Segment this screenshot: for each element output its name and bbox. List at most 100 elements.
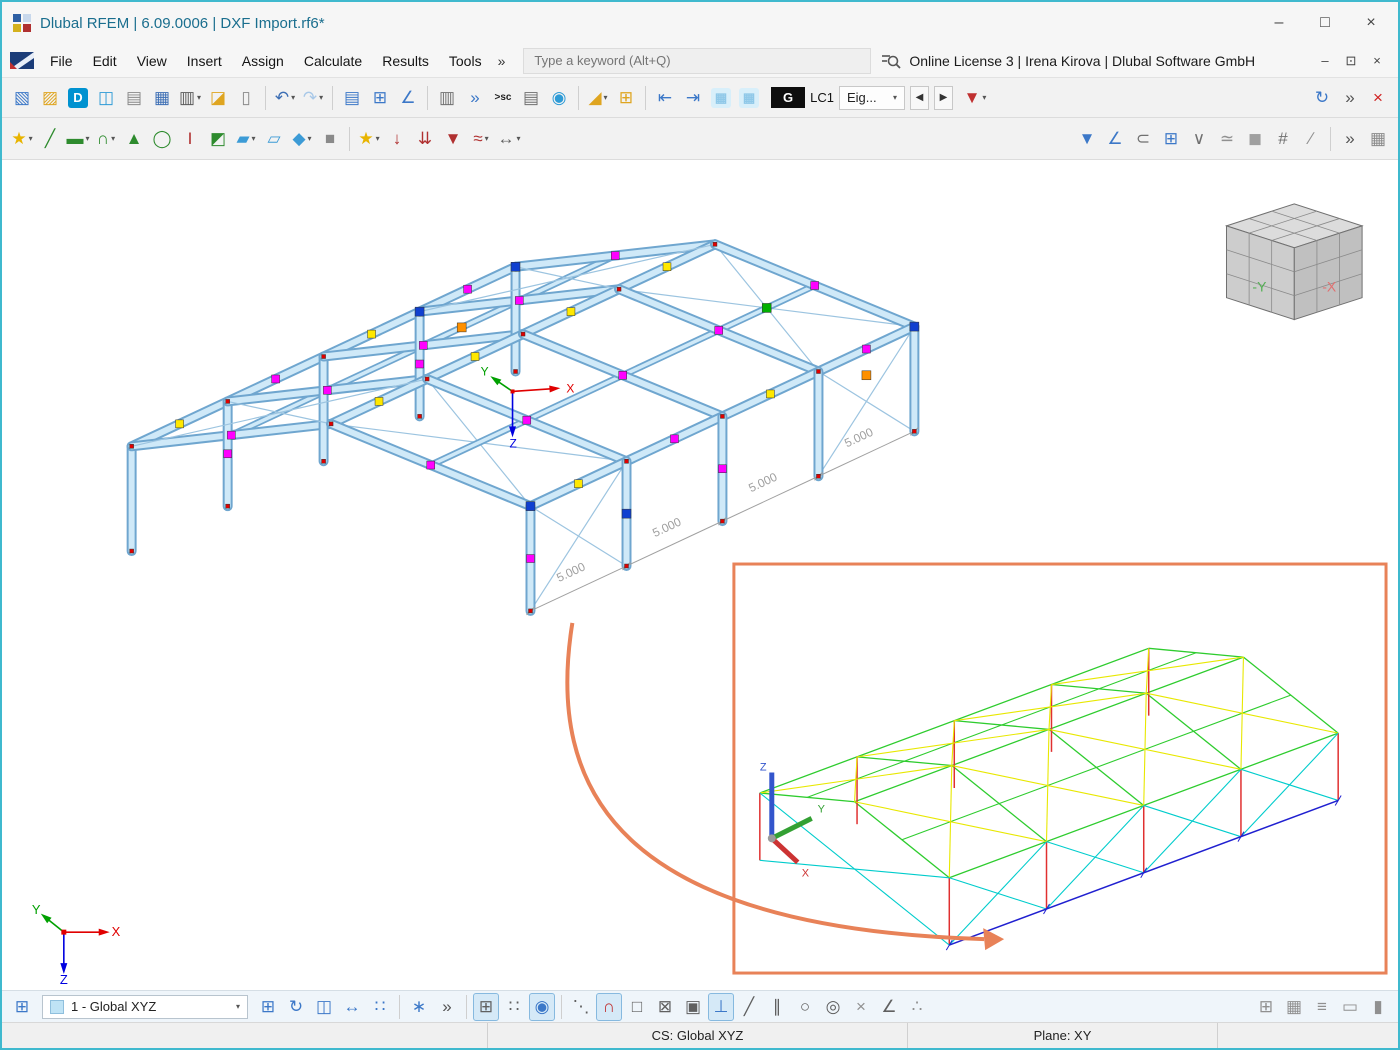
- background-grid-icon[interactable]: ⊞: [1253, 993, 1279, 1021]
- self-weight-button[interactable]: G: [771, 87, 805, 108]
- table-layout-icon[interactable]: ▦: [1365, 125, 1391, 153]
- snap-center-icon[interactable]: ◎: [820, 993, 846, 1021]
- insert-overflow-icon[interactable]: »: [1337, 125, 1363, 153]
- snap-angle-icon[interactable]: ∠: [876, 993, 902, 1021]
- new-node-icon[interactable]: ★▾: [9, 125, 35, 153]
- maximize-button[interactable]: □: [1302, 3, 1348, 43]
- layers-icon[interactable]: ≡: [1309, 993, 1335, 1021]
- menu-file[interactable]: File: [40, 48, 83, 74]
- new-dimension-icon[interactable]: ↔▾: [496, 125, 522, 153]
- new-material-icon[interactable]: ◩: [205, 125, 231, 153]
- scale-factor-icon[interactable]: >sc: [490, 84, 516, 112]
- grid-points-icon[interactable]: ∷: [501, 993, 527, 1021]
- menu-overflow-chevrons[interactable]: »: [492, 48, 512, 74]
- menu-insert[interactable]: Insert: [177, 48, 232, 74]
- rotate-icon[interactable]: ↻: [283, 993, 309, 1021]
- filter-icon[interactable]: ▼▾: [962, 84, 988, 112]
- work-plane-grid-icon[interactable]: ▦: [1281, 993, 1307, 1021]
- open-model-icon[interactable]: ▨: [37, 84, 63, 112]
- snap-midpoint-icon[interactable]: ▣: [680, 993, 706, 1021]
- mdi-minimize-button[interactable]: –: [1312, 49, 1338, 73]
- search-input[interactable]: [524, 53, 870, 68]
- array-icon[interactable]: ∷: [367, 993, 393, 1021]
- mdi-restore-button[interactable]: ⊡: [1338, 49, 1364, 73]
- close-button[interactable]: ×: [1348, 3, 1394, 43]
- object-snap-icon[interactable]: ∩: [596, 993, 622, 1021]
- new-member-icon[interactable]: ▬▾: [65, 125, 91, 153]
- tables-icon[interactable]: ▤: [339, 84, 365, 112]
- shear-panel-icon[interactable]: ≃: [1214, 125, 1240, 153]
- new-solid-icon[interactable]: ◆▾: [289, 125, 315, 153]
- rotate-view-icon[interactable]: ↻: [1309, 84, 1335, 112]
- new-surface-load-icon[interactable]: ▼: [440, 125, 466, 153]
- save-icon[interactable]: ▦: [149, 84, 175, 112]
- lock-guides-icon[interactable]: ▮: [1365, 993, 1391, 1021]
- clipping-plane-icon[interactable]: ⊂: [1130, 125, 1156, 153]
- search-box[interactable]: [523, 48, 871, 74]
- explode-icon[interactable]: ∗: [406, 993, 432, 1021]
- measure-icon[interactable]: ∕: [1298, 125, 1324, 153]
- navigator-icon[interactable]: ◫: [93, 84, 119, 112]
- new-load-case-icon[interactable]: ★▾: [356, 125, 382, 153]
- comment-icon[interactable]: ◪: [205, 84, 231, 112]
- printout-report-icon[interactable]: ▥: [434, 84, 460, 112]
- mdi-close-button[interactable]: ×: [1364, 49, 1390, 73]
- snap-off-icon[interactable]: ×: [848, 993, 874, 1021]
- online-services-icon[interactable]: ◉: [546, 84, 572, 112]
- navigation-cube[interactable]: -Y-X: [1226, 204, 1362, 320]
- render-mode-icon[interactable]: ◼: [1242, 125, 1268, 153]
- menu-view[interactable]: View: [127, 48, 177, 74]
- next-load-case-button[interactable]: ▶: [934, 86, 953, 110]
- new-support-icon[interactable]: ▲: [121, 125, 147, 153]
- menu-edit[interactable]: Edit: [83, 48, 127, 74]
- load-case-combo[interactable]: Eig... ▾: [839, 86, 905, 110]
- new-hinge-icon[interactable]: ◯: [149, 125, 175, 153]
- mirror-icon[interactable]: ◫: [311, 993, 337, 1021]
- search-options-icon[interactable]: [881, 52, 901, 70]
- result-table-icon[interactable]: ⊞: [1158, 125, 1184, 153]
- new-model-icon[interactable]: ▧: [9, 84, 35, 112]
- filter-objects-icon[interactable]: ▼: [1074, 125, 1100, 153]
- new-line-icon[interactable]: ╱: [37, 125, 63, 153]
- redo-icon[interactable]: ↷▾: [300, 84, 326, 112]
- menu-calculate[interactable]: Calculate: [294, 48, 372, 74]
- margin-icon[interactable]: ▭: [1337, 993, 1363, 1021]
- new-nodal-load-icon[interactable]: ↓: [384, 125, 410, 153]
- move-copy-icon[interactable]: ⊞: [255, 993, 281, 1021]
- dock-tables-left-icon[interactable]: ⇤: [652, 84, 678, 112]
- bottom-overflow-icon[interactable]: »: [434, 993, 460, 1021]
- new-member-load-icon[interactable]: ⇊: [412, 125, 438, 153]
- snap-perpendicular-icon[interactable]: ⊥: [708, 993, 734, 1021]
- stretch-icon[interactable]: ↔: [339, 993, 365, 1021]
- undo-icon[interactable]: ↶▾: [272, 84, 298, 112]
- new-opening-icon[interactable]: ▱: [261, 125, 287, 153]
- new-block-icon[interactable]: ■: [317, 125, 343, 153]
- new-arc-icon[interactable]: ∩▾: [93, 125, 119, 153]
- model-canvas[interactable]: 5.0005.0005.0005.000XYZXYZ-Y-XYXZ: [2, 160, 1398, 990]
- snap-tangent-icon[interactable]: ○: [792, 993, 818, 1021]
- minimize-button[interactable]: –: [1256, 3, 1302, 43]
- visibility-state-1-icon[interactable]: ▦: [708, 84, 734, 112]
- spreadsheet-icon[interactable]: ⊞: [367, 84, 393, 112]
- snap-endpoint-icon[interactable]: □: [624, 993, 650, 1021]
- cancel-icon[interactable]: ×: [1365, 84, 1391, 112]
- send-report-icon[interactable]: »: [462, 84, 488, 112]
- snap-nearest-icon[interactable]: ╱: [736, 993, 762, 1021]
- toolbar-overflow-icon[interactable]: »: [1337, 84, 1363, 112]
- coordinate-system-select[interactable]: 1 - Global XYZ ▾: [42, 995, 248, 1019]
- dock-tables-right-icon[interactable]: ⇥: [680, 84, 706, 112]
- numbering-icon[interactable]: #: [1270, 125, 1296, 153]
- smooth-results-icon[interactable]: ∨: [1186, 125, 1212, 153]
- dlubal-center-icon[interactable]: D: [65, 84, 91, 112]
- menu-tools[interactable]: Tools: [439, 48, 492, 74]
- clipboard-icon[interactable]: ▯: [233, 84, 259, 112]
- plane-snap-icon[interactable]: ⊞: [613, 84, 639, 112]
- new-section-icon[interactable]: I: [177, 125, 203, 153]
- menu-assign[interactable]: Assign: [232, 48, 294, 74]
- manage-coordinate-systems-icon[interactable]: ⊞: [9, 993, 35, 1021]
- snap-parallel-icon[interactable]: ∥: [764, 993, 790, 1021]
- guideline-icon[interactable]: ⋱: [568, 993, 594, 1021]
- work-plane-icon[interactable]: ◢▾: [585, 84, 611, 112]
- snap-icon[interactable]: ◉: [529, 993, 555, 1021]
- show-grid-icon[interactable]: ⊞: [473, 993, 499, 1021]
